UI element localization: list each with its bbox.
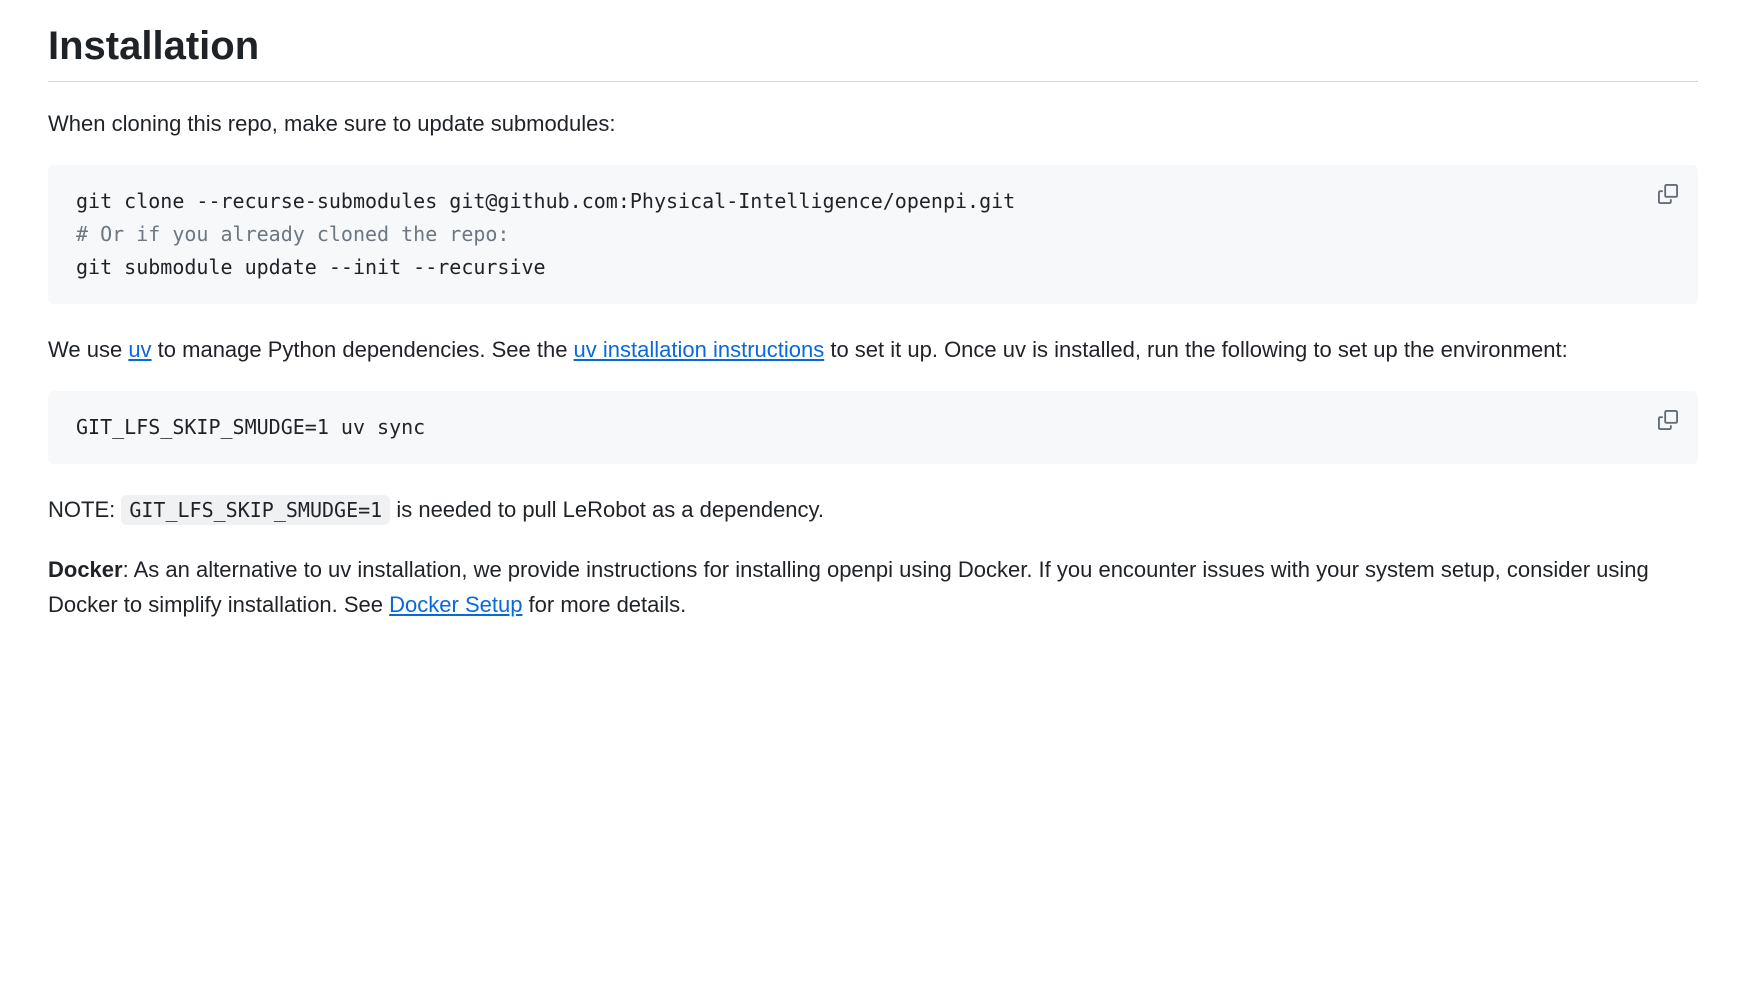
docker-setup-link[interactable]: Docker Setup [389,592,522,617]
copy-icon [1658,184,1678,207]
uv-paragraph: We use uv to manage Python dependencies.… [48,332,1698,367]
docker-strong: Docker [48,557,123,582]
uv-install-link[interactable]: uv installation instructions [574,337,825,362]
uv-link[interactable]: uv [128,337,151,362]
text: for more details. [522,592,686,617]
copy-icon [1658,410,1678,433]
text: to manage Python dependencies. See the [152,337,574,362]
code-line: git submodule update --init --recursive [76,251,1670,284]
note-suffix: is needed to pull LeRobot as a dependenc… [390,497,824,522]
code-comment: # Or if you already cloned the repo: [76,218,1670,251]
copy-button[interactable] [1652,405,1684,437]
inline-code: GIT_LFS_SKIP_SMUDGE=1 [121,495,390,525]
intro-paragraph: When cloning this repo, make sure to upd… [48,106,1698,141]
text: We use [48,337,128,362]
code-block-sync: GIT_LFS_SKIP_SMUDGE=1 uv sync [48,391,1698,464]
note-prefix: NOTE: [48,497,121,522]
copy-button[interactable] [1652,179,1684,211]
code-line: GIT_LFS_SKIP_SMUDGE=1 uv sync [76,411,1670,444]
code-line: git clone --recurse-submodules git@githu… [76,185,1670,218]
code-block-clone: git clone --recurse-submodules git@githu… [48,165,1698,304]
page-heading: Installation [48,24,1698,82]
text: to set it up. Once uv is installed, run … [824,337,1568,362]
docker-paragraph: Docker: As an alternative to uv installa… [48,552,1698,622]
text: : As an alternative to uv installation, … [48,557,1649,617]
note-paragraph: NOTE: GIT_LFS_SKIP_SMUDGE=1 is needed to… [48,492,1698,527]
